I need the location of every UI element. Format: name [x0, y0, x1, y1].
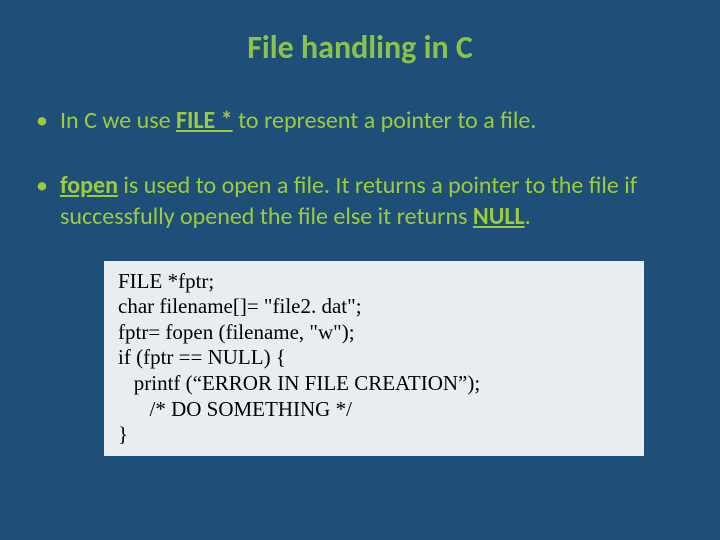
code-example: FILE *fptr; char filename[]= "file2. dat… [104, 261, 644, 456]
code-line: FILE *fptr; [118, 269, 630, 295]
code-line: /* DO SOMETHING */ [118, 397, 630, 423]
code-line: } [118, 422, 630, 448]
code-line: printf (“ERROR IN FILE CREATION”); [118, 371, 630, 397]
text: to represent a pointer to a file. [233, 106, 537, 135]
text: In C we use [60, 106, 176, 135]
slide-title: File handling in C [30, 28, 690, 67]
code-line: fptr= fopen (filename, "w"); [118, 320, 630, 346]
keyword-file-star: FILE * [176, 106, 233, 135]
keyword-null: NULL [473, 202, 525, 231]
code-line: if (fptr == NULL) { [118, 345, 630, 371]
bullet-item-2: fopen is used to open a file. It returns… [30, 170, 690, 232]
text: is used to open a file. It returns a poi… [60, 171, 637, 231]
bullet-item-1: In C we use FILE * to represent a pointe… [30, 105, 690, 136]
bullet-list: In C we use FILE * to represent a pointe… [30, 105, 690, 233]
text: . [525, 202, 531, 231]
keyword-fopen: fopen [60, 171, 118, 200]
slide: File handling in C In C we use FILE * to… [0, 0, 720, 540]
code-line: char filename[]= "file2. dat"; [118, 294, 630, 320]
